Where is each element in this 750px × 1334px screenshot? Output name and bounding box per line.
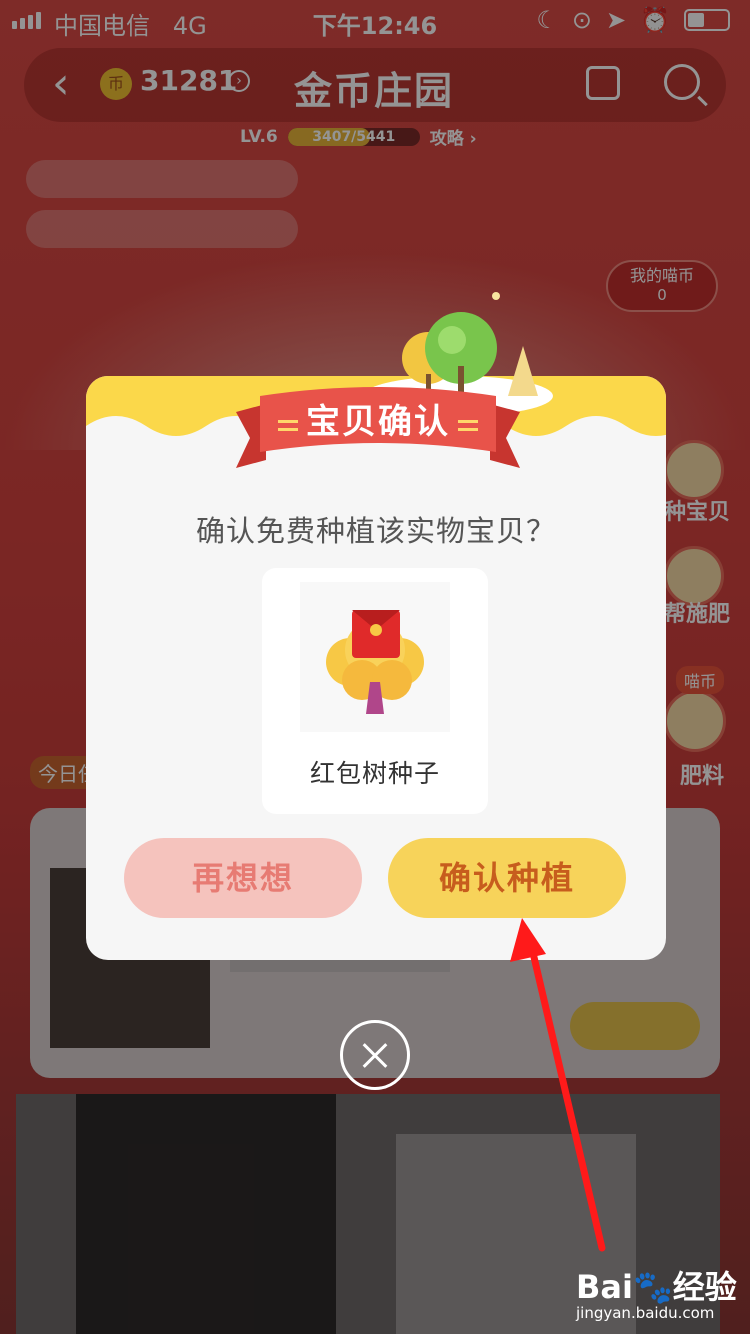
red-envelope-tree-icon	[326, 610, 424, 714]
dialog-title: 宝贝确认	[306, 402, 450, 442]
product-name: 红包树种子	[309, 759, 440, 788]
product-image	[300, 582, 450, 732]
dialog-question: 确认免费种植该实物宝贝？	[195, 514, 556, 548]
watermark-url: jingyan.baidu.com	[576, 1304, 715, 1322]
annotation-arrow	[510, 918, 606, 1252]
product-card: 红包树种子	[262, 568, 488, 814]
baidu-watermark: Bai🐾经验 jingyan.baidu.com	[576, 1262, 737, 1322]
confirm-dialog: 宝贝确认 确认免费种植该实物宝贝？ 红包树种子 再想想 确认种植	[86, 292, 666, 960]
close-icon[interactable]	[340, 1020, 410, 1090]
watermark-logo: Bai🐾经验	[576, 1268, 737, 1306]
cancel-button[interactable]: 再想想	[124, 838, 362, 918]
